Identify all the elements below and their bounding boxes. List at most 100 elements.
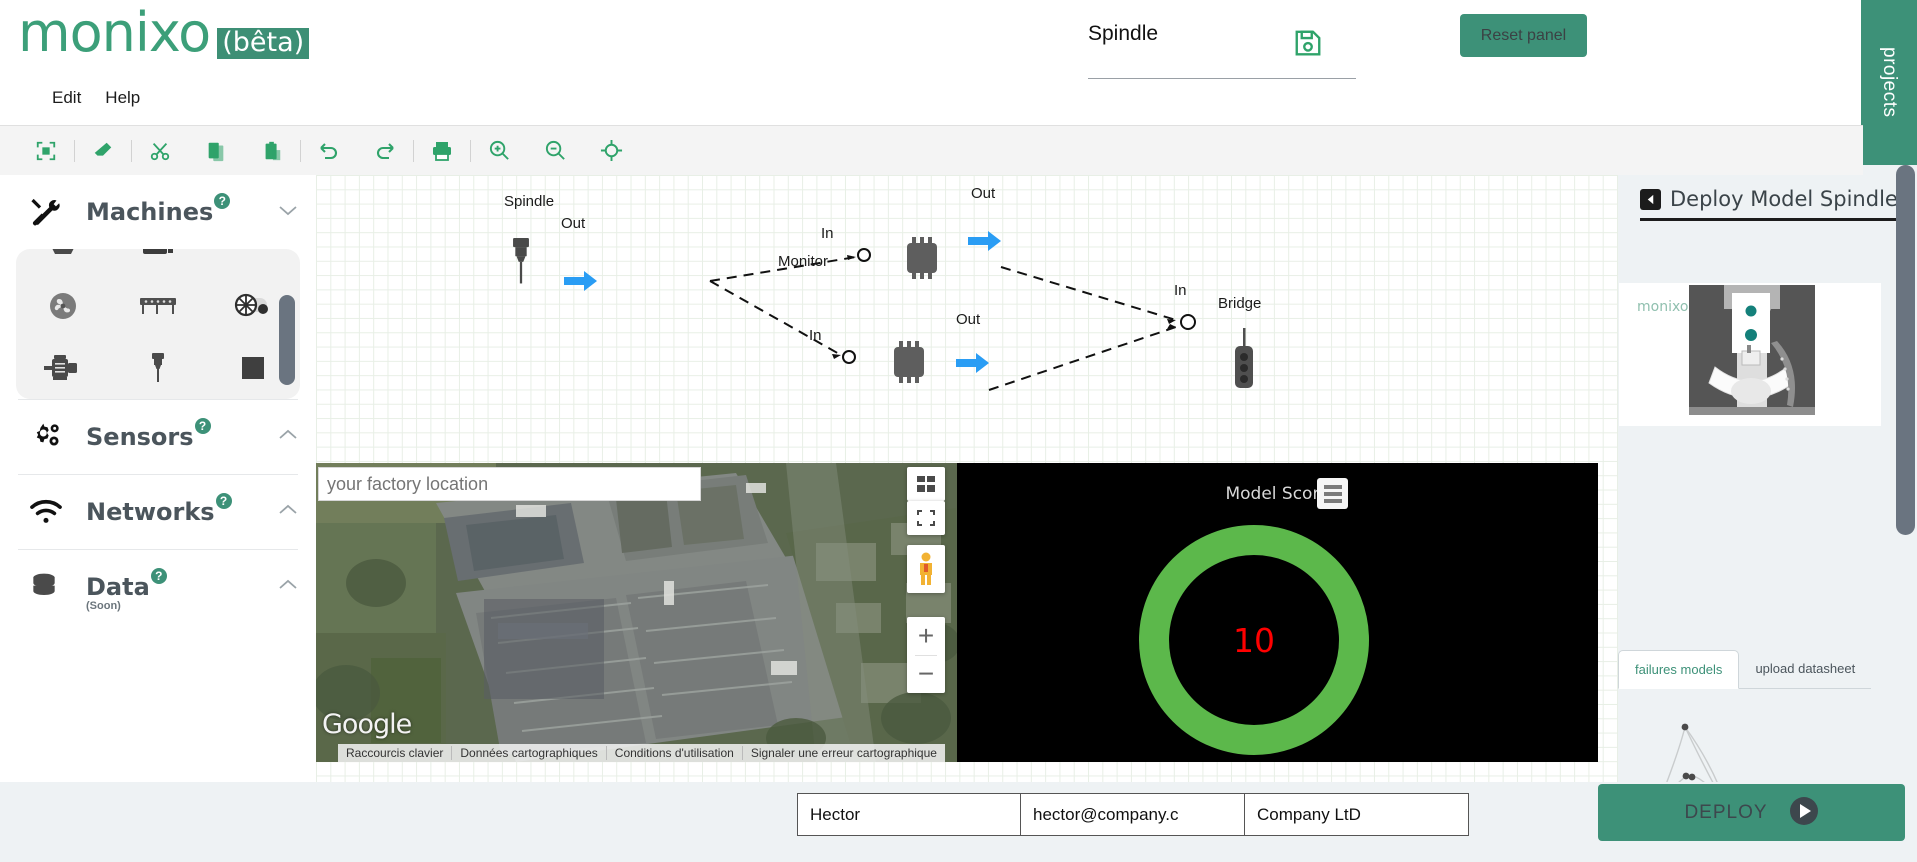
hamburger-menu-icon[interactable]: [1317, 478, 1348, 509]
deploy-panel-tabs: failures models upload datasheet: [1618, 650, 1900, 689]
model-score-gauge: 10: [1139, 525, 1369, 755]
tools-icon: [28, 193, 70, 231]
sidebar-label-sensors: Sensors?: [86, 418, 211, 451]
back-arrow-icon[interactable]: [1640, 188, 1661, 210]
select-area-icon[interactable]: [18, 126, 74, 176]
undo-icon[interactable]: [301, 126, 357, 176]
machine-partial-icon-2[interactable]: [127, 249, 189, 275]
machine-partial-icon-1[interactable]: [32, 249, 94, 275]
sidebar-item-data[interactable]: Data? (Soon): [0, 550, 316, 624]
canvas-node-label-spindle: Spindle: [504, 193, 555, 210]
map-attrib-report[interactable]: Signaler une erreur cartographique: [741, 746, 945, 760]
hamburger-line-3: [1323, 498, 1342, 503]
map-attrib-data[interactable]: Données cartographiques: [451, 746, 605, 760]
help-icon-data[interactable]: ?: [150, 568, 167, 584]
help-icon-networks[interactable]: ?: [215, 493, 232, 509]
zoom-out-icon[interactable]: [527, 126, 583, 176]
edit-toolbar: [0, 125, 1863, 175]
help-icon-machines[interactable]: ?: [214, 193, 231, 209]
sidebar-item-machines[interactable]: Machines?: [0, 175, 316, 249]
canvas-node-label-bridge: Bridge: [1218, 295, 1262, 312]
model-title-input[interactable]: [1088, 22, 1298, 46]
eraser-icon[interactable]: [75, 126, 131, 176]
machine-conveyor-icon[interactable]: [127, 278, 189, 334]
satellite-imagery: [316, 463, 957, 762]
sidebar-item-networks[interactable]: Networks?: [0, 475, 316, 549]
chevron-up-icon-networks[interactable]: [278, 503, 298, 515]
machine-row-2: [16, 337, 300, 399]
canvas-node-icon-spindle[interactable]: [508, 238, 534, 293]
copy-icon[interactable]: [188, 126, 244, 176]
canvas-node-icon-bridge[interactable]: [1231, 328, 1257, 395]
machine-motor-icon[interactable]: [32, 340, 94, 396]
zoom-in-icon[interactable]: [471, 126, 527, 176]
street-view-pegman-icon[interactable]: [907, 545, 945, 593]
deploy-panel-title: Deploy Model Spindle: [1670, 187, 1898, 211]
fullscreen-icon[interactable]: [907, 501, 945, 535]
tab-upload-datasheet[interactable]: upload datasheet: [1739, 650, 1872, 689]
canvas-port-out-monitor-bottom[interactable]: [956, 352, 990, 379]
sidebar-section-machines: Machines?: [0, 175, 316, 399]
projects-side-tab[interactable]: projects: [1861, 0, 1917, 165]
map-type-icon[interactable]: [907, 467, 945, 501]
menu-item-edit[interactable]: Edit: [52, 88, 81, 108]
chevron-up-icon-sensors[interactable]: [278, 428, 298, 440]
machine-fan-icon[interactable]: [32, 278, 94, 334]
google-logo: Google: [322, 709, 412, 740]
contact-company-input[interactable]: [1245, 793, 1469, 836]
factory-map-panel[interactable]: + − Google Raccourcis clavier Données ca…: [316, 463, 957, 762]
model-score-value: 10: [1233, 620, 1275, 660]
application-root: monixo (bêta) Edit Help Reset panel proj…: [0, 0, 1917, 862]
machine-block-icon[interactable]: [222, 340, 284, 396]
sidebar-section-sensors: Sensors?: [0, 400, 316, 474]
sidebar-label-networks: Networks?: [86, 493, 232, 526]
machine-partial-icon-3[interactable]: [222, 249, 284, 275]
canvas-node-icon-monitor-top[interactable]: [899, 235, 945, 286]
map-attrib-terms[interactable]: Conditions d'utilisation: [605, 746, 742, 760]
machine-belt-pulley-icon[interactable]: [222, 278, 284, 334]
chevron-up-icon-data[interactable]: [278, 578, 298, 590]
fit-center-icon[interactable]: [583, 126, 639, 176]
scissors-icon[interactable]: [132, 126, 188, 176]
contact-email-input[interactable]: [1021, 793, 1245, 836]
canvas-port-label-monitor-top-in: In: [821, 225, 834, 242]
canvas-port-label-monitor-bottom-in: In: [809, 327, 822, 344]
app-header: monixo (bêta) Edit Help Reset panel: [0, 0, 1863, 125]
machine-row-partial: [16, 249, 300, 275]
app-logo: monixo (bêta): [18, 6, 310, 60]
machine-preview-image: monixo: [1619, 283, 1881, 426]
sidebar-item-sensors[interactable]: Sensors?: [0, 400, 316, 474]
deploy-button[interactable]: DEPLOY: [1598, 784, 1905, 841]
map-zoom-in-button[interactable]: +: [907, 617, 945, 655]
redo-icon[interactable]: [357, 126, 413, 176]
menu-bar: Edit Help: [52, 88, 140, 108]
map-attrib-shortcuts[interactable]: Raccourcis clavier: [338, 746, 451, 760]
machine-spindle-icon[interactable]: [127, 340, 189, 396]
hamburger-line-2: [1323, 491, 1342, 496]
projects-tab-label: projects: [1879, 47, 1900, 118]
chevron-down-icon-machines[interactable]: [278, 203, 298, 216]
contact-name-input[interactable]: [797, 793, 1021, 836]
save-floppy-icon[interactable]: [1293, 28, 1323, 58]
play-circle-icon: [1789, 796, 1819, 829]
reset-panel-button[interactable]: Reset panel: [1460, 14, 1587, 57]
machine-palette-scrollbar[interactable]: [279, 295, 295, 385]
menu-item-help[interactable]: Help: [105, 88, 140, 108]
database-icon: [28, 568, 70, 606]
canvas-port-out-spindle[interactable]: [564, 270, 598, 297]
canvas-node-icon-monitor-bottom[interactable]: [886, 339, 932, 390]
tab-failures-models[interactable]: failures models: [1618, 650, 1740, 689]
canvas-port-out-monitor-top[interactable]: [968, 230, 1002, 257]
help-icon-sensors[interactable]: ?: [194, 418, 211, 434]
canvas-port-label-spindle-out: Out: [561, 215, 586, 232]
machine-row-1: [16, 275, 300, 337]
model-score-title: Model Score: [1225, 484, 1330, 504]
paste-icon[interactable]: [244, 126, 300, 176]
map-zoom-out-button[interactable]: −: [907, 655, 945, 693]
factory-location-input[interactable]: [318, 467, 701, 501]
canvas-port-label-monitor-bottom-out: Out: [956, 311, 981, 328]
sidebar-text-networks: Networks: [86, 498, 215, 526]
print-icon[interactable]: [414, 126, 470, 176]
sidebar-text-sensors: Sensors: [86, 423, 194, 451]
page-scrollbar[interactable]: [1896, 165, 1915, 535]
